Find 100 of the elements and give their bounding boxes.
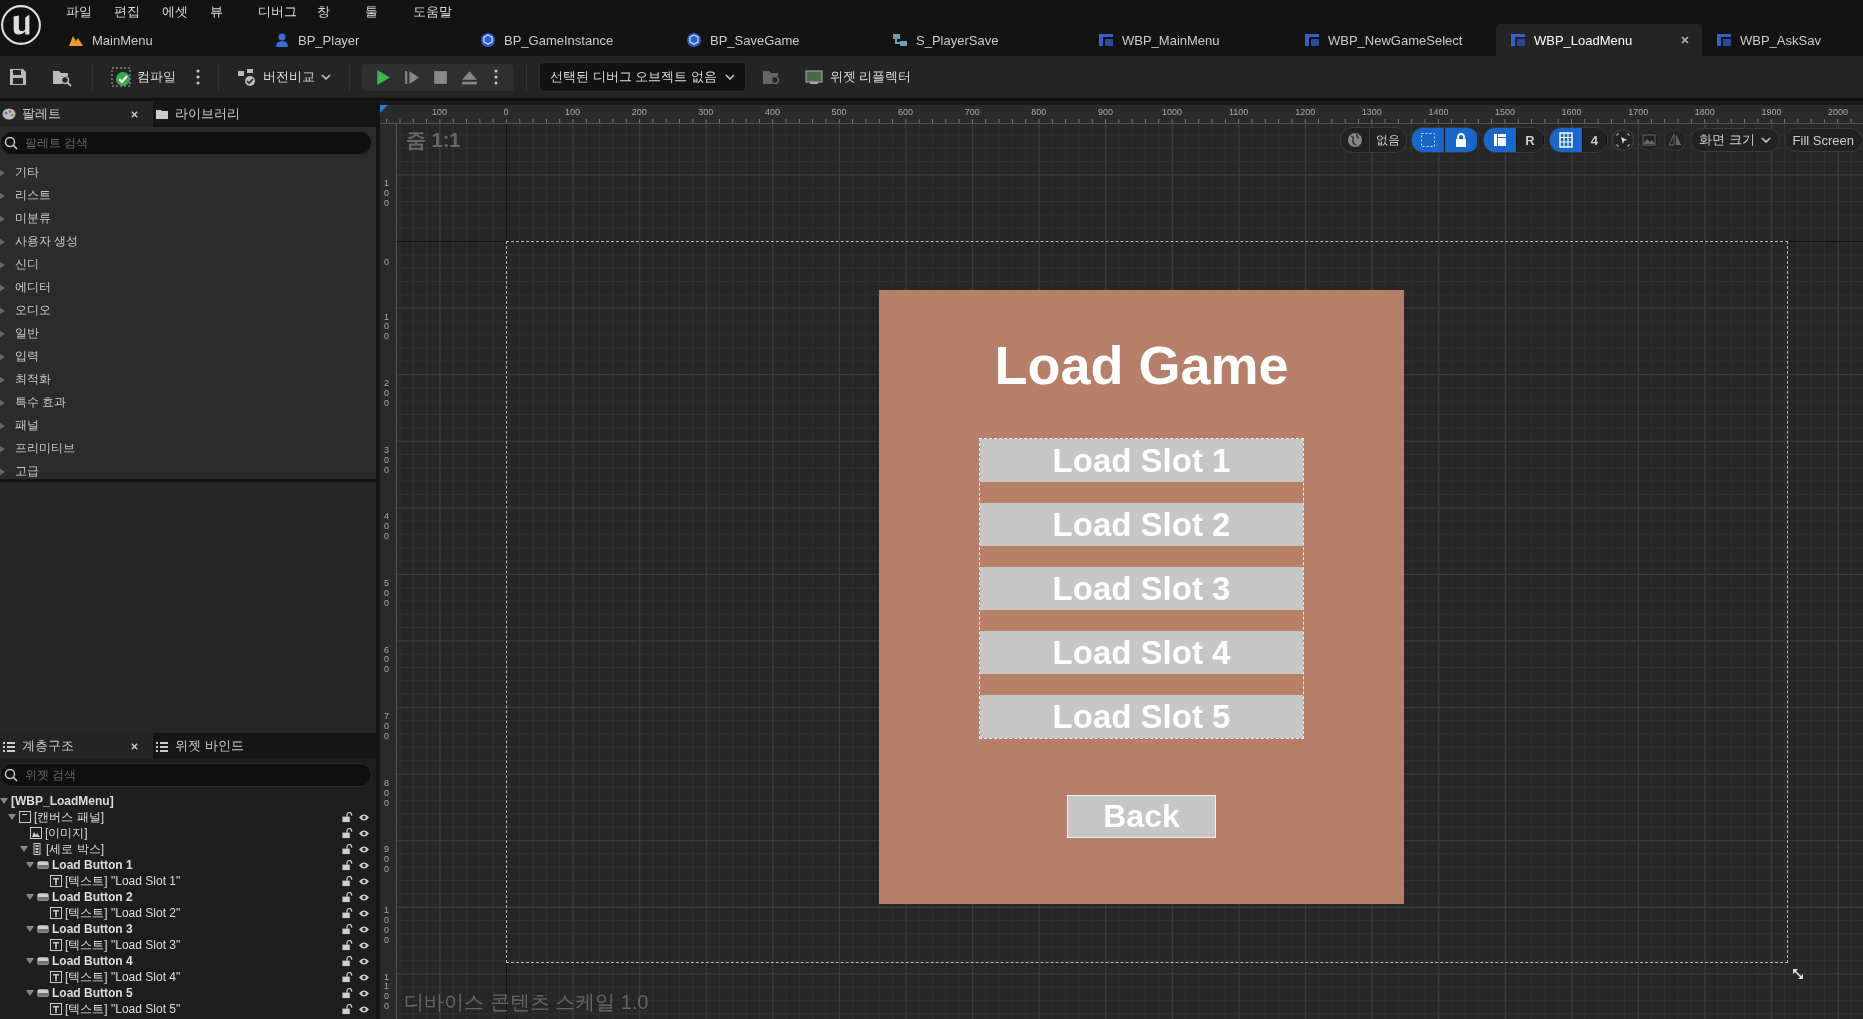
menu-item[interactable]: 뷰	[200, 3, 248, 21]
hierarchy-item[interactable]: [텍스트] "Load Slot 5"	[65, 1000, 181, 1018]
play-icon[interactable]	[374, 68, 391, 86]
expand-arrow-icon[interactable]	[8, 813, 16, 821]
expand-arrow-icon[interactable]	[26, 989, 34, 997]
palette-category[interactable]: 고급	[0, 460, 376, 483]
document-tab[interactable]: MainMenu	[54, 24, 260, 56]
document-tab[interactable]: WBP_AskSav	[1702, 24, 1863, 56]
lock-icon[interactable]	[341, 859, 353, 871]
fill-screen-dropdown[interactable]: Fill Screen	[1783, 128, 1863, 152]
expand-arrow-icon[interactable]	[26, 893, 34, 901]
expand-arrow-icon[interactable]	[20, 845, 28, 853]
step-icon[interactable]	[403, 68, 420, 86]
lock-icon[interactable]	[341, 1003, 353, 1015]
logo-icon[interactable]	[0, 4, 42, 46]
document-tab[interactable]: WBP_NewGameSelect	[1290, 24, 1496, 56]
palette-category[interactable]: 패널	[0, 414, 376, 437]
palette-category[interactable]: 오디오	[0, 299, 376, 322]
palette-category[interactable]: 리스트	[0, 184, 376, 207]
widget-reflector-button[interactable]: 위젯 리플렉터	[797, 63, 918, 91]
document-tab[interactable]: WBP_MainMenu	[1084, 24, 1290, 56]
document-tab[interactable]: WBP_LoadMenu	[1496, 24, 1702, 56]
lock-icon[interactable]	[341, 987, 353, 999]
lock-icon[interactable]	[341, 955, 353, 967]
compile-button[interactable]: 컴파일	[105, 63, 182, 91]
cursor-select-icon[interactable]	[1611, 129, 1634, 151]
palette-category[interactable]: 최적화	[0, 368, 376, 391]
image-icon[interactable]	[1637, 129, 1660, 151]
menu-item[interactable]: 창	[307, 3, 355, 21]
palette-category[interactable]: 사용자 생성	[0, 230, 376, 253]
diff-dropdown[interactable]: 버전비교	[231, 63, 337, 91]
lock-icon[interactable]	[341, 939, 353, 951]
expand-arrow-icon[interactable]	[26, 957, 34, 965]
hierarchy-item[interactable]: Load Button 3	[52, 922, 133, 936]
close-icon[interactable]	[1680, 35, 1690, 45]
caret-icon	[0, 283, 5, 292]
hierarchy-item[interactable]: [세로 박스]	[46, 840, 104, 858]
menu-item[interactable]: 툴	[355, 3, 403, 21]
hierarchy-item[interactable]: [텍스트] "Load Slot 4"	[65, 968, 181, 986]
hierarchy-item[interactable]: [이미지]	[45, 824, 88, 842]
lock-icon[interactable]	[341, 907, 353, 919]
layout-toggle[interactable]	[1484, 128, 1518, 152]
hierarchy-item[interactable]: Load Button 5	[52, 986, 133, 1000]
document-tab[interactable]: S_PlayerSave	[878, 24, 1084, 56]
panel-tab[interactable]: 라이브러리	[153, 101, 306, 127]
menu-item[interactable]: 디버그	[248, 3, 307, 21]
debug-object-dropdown[interactable]: 선택된 디버그 오브젝트 없음	[539, 62, 746, 92]
menu-item[interactable]: 편집	[104, 3, 152, 21]
menu-item[interactable]: 파일	[56, 3, 104, 21]
hierarchy-item[interactable]: Load Button 1	[52, 858, 133, 872]
search-field[interactable]: 팔레트 검색	[0, 131, 372, 155]
hierarchy-item[interactable]: [WBP_LoadMenu]	[11, 794, 114, 808]
expand-arrow-icon[interactable]	[0, 797, 8, 805]
panel-tab[interactable]: 계층구조	[0, 733, 153, 759]
close-icon[interactable]	[130, 741, 139, 751]
lock-icon[interactable]	[341, 923, 353, 935]
space-toggle[interactable]: 없음	[1340, 127, 1408, 153]
save-icon[interactable]	[8, 67, 28, 87]
lock-toggle[interactable]	[1445, 128, 1479, 152]
hierarchy-item[interactable]: Load Button 2	[52, 890, 133, 904]
hierarchy-item[interactable]: [텍스트] "Load Slot 3"	[65, 936, 181, 954]
lock-icon[interactable]	[341, 811, 353, 823]
palette-category[interactable]: 에디터	[0, 276, 376, 299]
palette-category[interactable]: 특수 효과	[0, 391, 376, 414]
palette-category[interactable]: 프리미티브	[0, 437, 376, 460]
menu-item[interactable]: 도움말	[403, 3, 462, 21]
document-tab[interactable]: BP_GameInstance	[466, 24, 672, 56]
hierarchy-item[interactable]: [캔버스 패널]	[34, 808, 104, 826]
panel-tab[interactable]: 위젯 바인드	[153, 733, 306, 759]
stop-icon[interactable]	[432, 68, 449, 86]
screen-size-dropdown[interactable]: 화면 크기	[1689, 128, 1780, 152]
lock-icon[interactable]	[341, 827, 353, 839]
more-icon[interactable]	[196, 69, 200, 85]
lock-icon[interactable]	[341, 843, 353, 855]
hierarchy-item[interactable]: [텍스트] "Load Slot 1"	[65, 872, 181, 890]
lock-icon[interactable]	[341, 891, 353, 903]
document-tab[interactable]: BP_SaveGame	[672, 24, 878, 56]
hierarchy-item[interactable]: Load Button 4	[52, 954, 133, 968]
eject-icon[interactable]	[461, 68, 478, 86]
expand-arrow-icon[interactable]	[26, 925, 34, 933]
resize-handle-icon[interactable]	[1791, 967, 1805, 981]
close-icon[interactable]	[130, 109, 139, 119]
palette-category[interactable]: 미분류	[0, 207, 376, 230]
document-tab[interactable]: BP_Player	[260, 24, 466, 56]
more-icon[interactable]	[494, 69, 498, 85]
menu-item[interactable]: 에셋	[152, 3, 200, 21]
palette-category[interactable]: 기타	[0, 161, 376, 184]
expand-arrow-icon[interactable]	[26, 861, 34, 869]
marquee-toggle[interactable]	[1412, 128, 1446, 152]
palette-category[interactable]: 일반	[0, 322, 376, 345]
palette-category[interactable]: 입력	[0, 345, 376, 368]
grid-toggle[interactable]	[1549, 128, 1583, 152]
search-field[interactable]: 위젯 검색	[0, 763, 372, 787]
lock-icon[interactable]	[341, 875, 353, 887]
hierarchy-item[interactable]: [텍스트] "Load Slot 2"	[65, 904, 181, 922]
ruler-label: 1100	[1228, 107, 1249, 117]
mirror-icon[interactable]	[1663, 129, 1686, 151]
panel-tab[interactable]: 팔레트	[0, 101, 153, 127]
lock-icon[interactable]	[341, 971, 353, 983]
palette-category[interactable]: 신디	[0, 253, 376, 276]
